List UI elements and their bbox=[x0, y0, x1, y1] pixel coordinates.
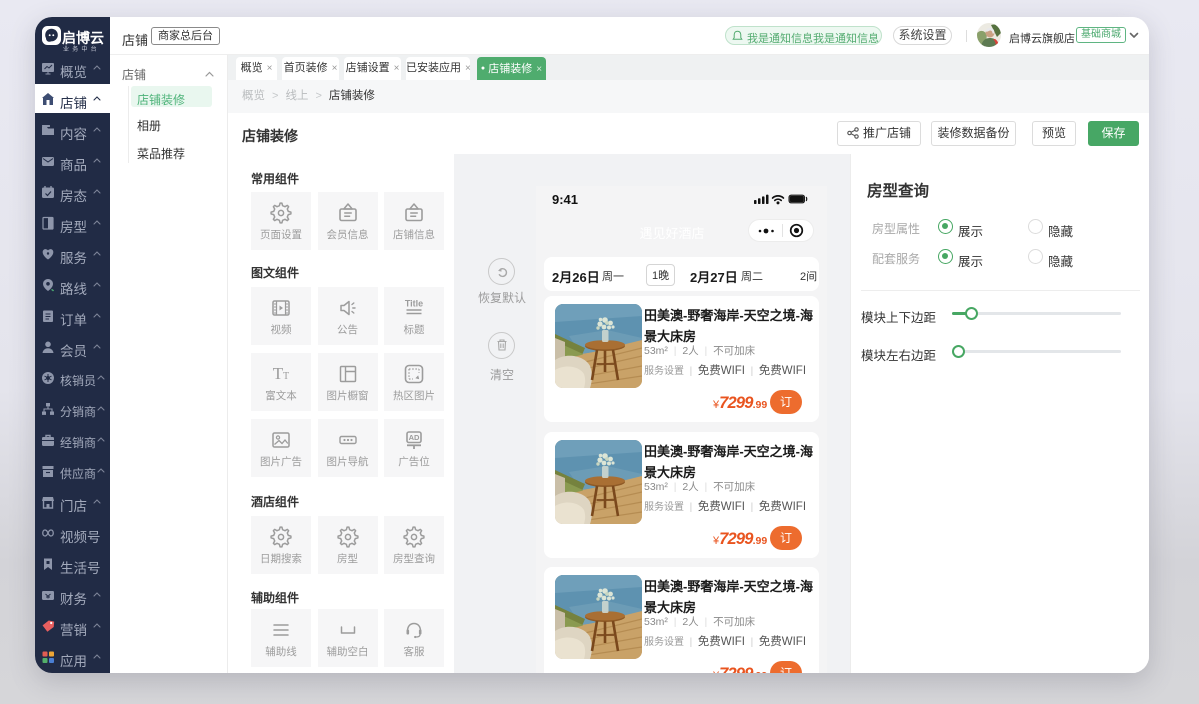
svg-text:T: T bbox=[283, 371, 289, 382]
svg-text:AD: AD bbox=[409, 433, 420, 442]
svg-text:Title: Title bbox=[405, 299, 423, 309]
